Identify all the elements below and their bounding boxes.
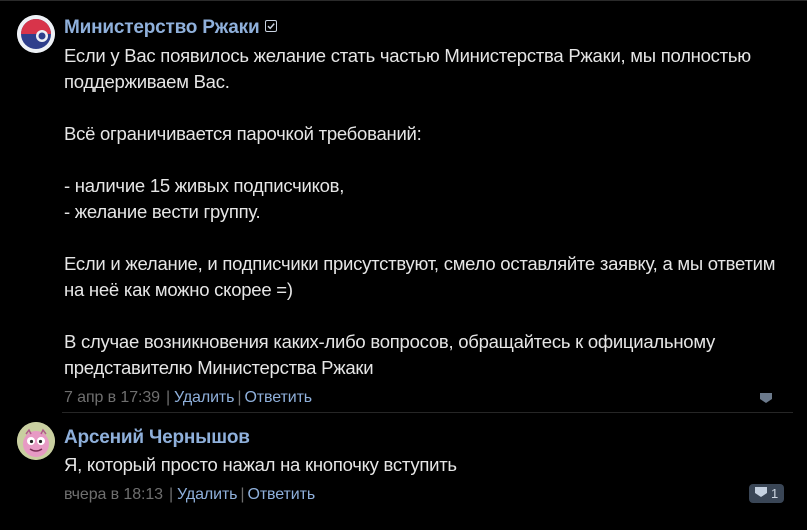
meta-separator: | — [240, 486, 245, 503]
comment-date[interactable]: 7 апр в 17:39 — [64, 389, 160, 406]
delete-link[interactable]: Удалить — [177, 486, 237, 503]
verified-icon — [265, 16, 278, 32]
like-count: 1 — [771, 486, 779, 501]
author-name[interactable]: Министерство Ржаки — [64, 16, 278, 39]
delete-link[interactable]: Удалить — [174, 389, 234, 406]
like-icon — [754, 486, 768, 501]
meta-separator: | — [168, 486, 174, 503]
comment-meta: 7 апр в 17:39 | Удалить | Ответить — [64, 389, 312, 407]
reply-link[interactable]: Ответить — [247, 486, 315, 503]
meta-separator: | — [165, 389, 170, 406]
author-name-text[interactable]: Министерство Ржаки — [64, 17, 260, 38]
avatar[interactable] — [17, 15, 55, 53]
avatar[interactable] — [17, 422, 55, 460]
author-name[interactable]: Арсений Чернышов — [64, 427, 250, 449]
like-button[interactable] — [759, 392, 776, 407]
comment-text: Если у Вас появилось желание стать часть… — [64, 45, 776, 378]
comment-item: Министерство Ржаки Если у Вас появилось … — [0, 0, 807, 413]
meta-separator: | — [237, 389, 242, 406]
comment-text: Я, который просто нажал на кнопочку всту… — [64, 454, 457, 475]
comment-meta: вчера в 18:13 | Удалить | Ответить — [64, 486, 315, 504]
comment-date[interactable]: вчера в 18:13 — [64, 486, 163, 503]
reply-link[interactable]: Ответить — [244, 389, 312, 406]
like-button[interactable]: 1 — [749, 484, 785, 503]
like-icon — [759, 392, 773, 407]
